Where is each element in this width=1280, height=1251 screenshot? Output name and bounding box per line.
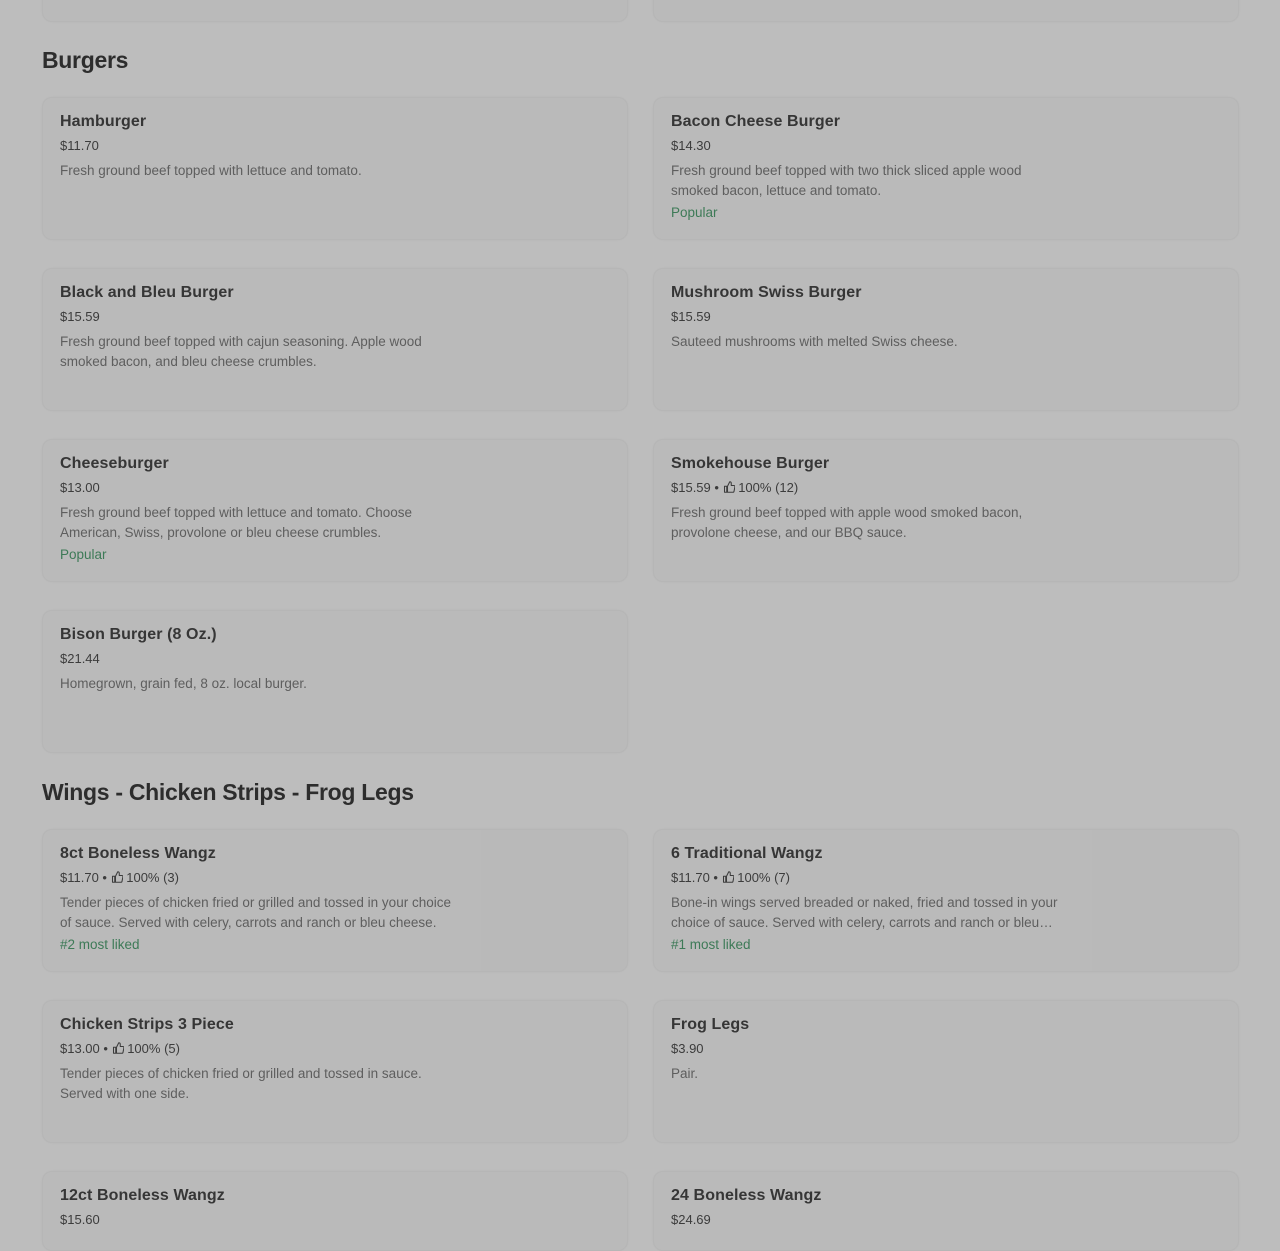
menu-item-card[interactable]: Smokehouse Burger $15.59 • 100% (12) Fre… [653, 439, 1239, 582]
item-name: Mushroom Swiss Burger [671, 284, 862, 301]
item-rating: 100% (12) [738, 480, 799, 495]
menu-item-card[interactable]: Cheeseburger $13.00 Fresh ground beef to… [42, 439, 628, 582]
menu-item-card[interactable]: Frog Legs $3.90 Pair. [653, 1000, 1239, 1143]
item-name: Black and Bleu Burger [60, 284, 234, 301]
section-title-burgers: Burgers [42, 47, 129, 73]
item-price: $11.70 [60, 138, 99, 153]
item-name: 6 Traditional Wangz [671, 845, 823, 862]
item-thumbnail [481, 830, 627, 971]
item-description: Fresh ground beef topped with two thick … [671, 163, 1022, 198]
item-name: Bison Burger (8 Oz.) [60, 626, 217, 643]
item-thumbnail [1092, 830, 1238, 971]
section-title-wings: Wings - Chicken Strips - Frog Legs [42, 779, 414, 805]
item-description: Tender pieces of chicken fried or grille… [60, 1066, 422, 1101]
item-meta: $15.59 • 100% (12) [671, 479, 1071, 496]
item-price: $14.30 [671, 138, 711, 153]
menu-item-card[interactable]: Bison Burger (8 Oz.) $21.44 Homegrown, g… [42, 610, 628, 753]
menu-item-card[interactable]: Chicken Strips 3 Piece $13.00 • 100% (5)… [42, 1000, 628, 1143]
menu-item-card[interactable]: Mushroom Swiss Burger $15.59 Sauteed mus… [653, 268, 1239, 411]
menu-item-card[interactable]: Hamburger $11.70 Fresh ground beef toppe… [42, 97, 628, 240]
menu-item-card[interactable]: 6 Traditional Wangz $11.70 • 100% (7) Bo… [653, 829, 1239, 972]
item-rating: 100% (7) [737, 870, 790, 885]
item-name: Cheeseburger [60, 455, 169, 472]
most-liked-badge: #2 most liked [60, 937, 140, 952]
item-price: $11.70 [671, 870, 710, 885]
item-name: 24 Boneless Wangz [671, 1187, 822, 1204]
most-liked-badge: #1 most liked [671, 937, 751, 952]
item-name: 8ct Boneless Wangz [60, 845, 216, 862]
item-price: $15.60 [60, 1212, 100, 1227]
item-name: Frog Legs [671, 1016, 750, 1033]
item-price: $15.59 [671, 480, 711, 495]
item-description: Tender pieces of chicken fried or grille… [60, 895, 451, 930]
popular-badge: Popular [60, 547, 107, 562]
menu-item-card[interactable]: 24 Boneless Wangz $24.69 [653, 1171, 1239, 1251]
item-price: $13.00 [60, 1041, 100, 1056]
item-meta: $13.00 • 100% (5) [60, 1040, 460, 1057]
popular-badge: Popular [671, 205, 718, 220]
item-price: $21.44 [60, 651, 100, 666]
meta-separator: • [714, 480, 719, 495]
thumbs-up-icon [722, 871, 734, 883]
meta-separator: • [103, 1041, 108, 1056]
item-description: Fresh ground beef topped with lettuce an… [60, 163, 362, 178]
item-description: Fresh ground beef topped with lettuce an… [60, 505, 412, 540]
thumbs-up-icon [112, 1042, 124, 1054]
menu-item-card[interactable]: 12ct Boneless Wangz $15.60 [42, 1171, 628, 1251]
item-name: Chicken Strips 3 Piece [60, 1016, 234, 1033]
item-description: Fresh ground beef topped with cajun seas… [60, 334, 422, 369]
item-price: $24.69 [671, 1212, 711, 1227]
item-meta: $11.70 • 100% (3) [60, 869, 460, 886]
meta-separator: • [102, 870, 107, 885]
item-description: Pair. [671, 1066, 699, 1081]
thumbs-up-icon [723, 481, 735, 493]
item-price: $11.70 [60, 870, 99, 885]
item-description: Sauteed mushrooms with melted Swiss chee… [671, 334, 958, 349]
meta-separator: • [713, 870, 718, 885]
item-description: Homegrown, grain fed, 8 oz. local burger… [60, 676, 307, 691]
item-rating: 100% (3) [126, 870, 179, 885]
item-name: 12ct Boneless Wangz [60, 1187, 225, 1204]
item-price: $15.59 [671, 309, 711, 324]
menu-item-card-partial[interactable] [42, 0, 628, 22]
item-price: $15.59 [60, 309, 100, 324]
item-name: Hamburger [60, 113, 147, 130]
item-price: $3.90 [671, 1041, 704, 1056]
item-price: $13.00 [60, 480, 100, 495]
item-rating: 100% (5) [127, 1041, 180, 1056]
item-name: Smokehouse Burger [671, 455, 830, 472]
menu-item-card-partial[interactable] [653, 0, 1239, 22]
item-name: Bacon Cheese Burger [671, 113, 841, 130]
item-meta: $11.70 • 100% (7) [671, 869, 1071, 886]
menu-item-card[interactable]: Bacon Cheese Burger $14.30 Fresh ground … [653, 97, 1239, 240]
thumbs-up-icon [111, 871, 123, 883]
menu-item-card[interactable]: Black and Bleu Burger $15.59 Fresh groun… [42, 268, 628, 411]
menu-item-card[interactable]: 8ct Boneless Wangz $11.70 • 100% (3) Ten… [42, 829, 628, 972]
item-description: Bone-in wings served breaded or naked, f… [671, 895, 1058, 930]
item-description: Fresh ground beef topped with apple wood… [671, 505, 1023, 540]
